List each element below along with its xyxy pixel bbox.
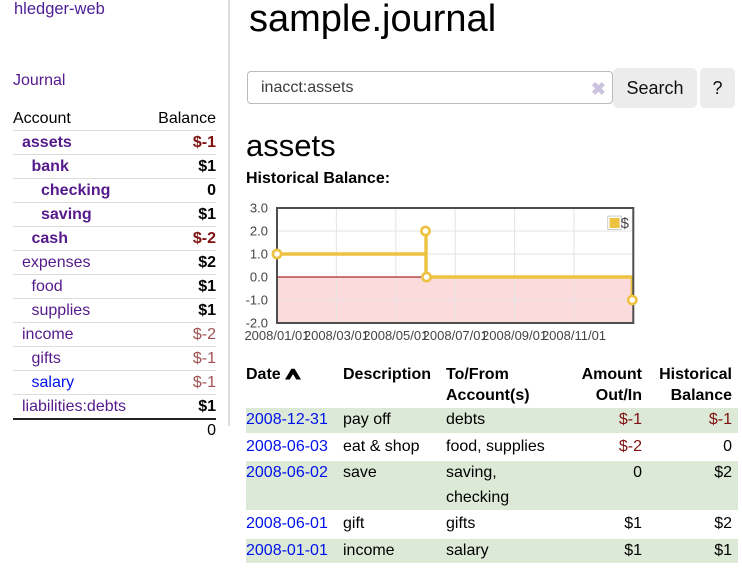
svg-text:2008/01/01: 2008/01/01 (244, 328, 309, 343)
svg-text:2008/11/01: 2008/11/01 (542, 328, 606, 343)
svg-text:2008/07/01: 2008/07/01 (423, 328, 488, 343)
svg-text:1.0: 1.0 (250, 247, 268, 262)
svg-text:-1.0: -1.0 (246, 293, 268, 308)
svg-text:2008/09/01: 2008/09/01 (482, 328, 547, 343)
svg-text:3.0: 3.0 (250, 201, 268, 216)
svg-text:$: $ (621, 215, 630, 232)
svg-text:2008/03/01: 2008/03/01 (304, 328, 369, 343)
svg-text:2008/05/01: 2008/05/01 (363, 328, 428, 343)
svg-text:0.0: 0.0 (250, 270, 268, 285)
svg-text:2.0: 2.0 (250, 224, 268, 239)
